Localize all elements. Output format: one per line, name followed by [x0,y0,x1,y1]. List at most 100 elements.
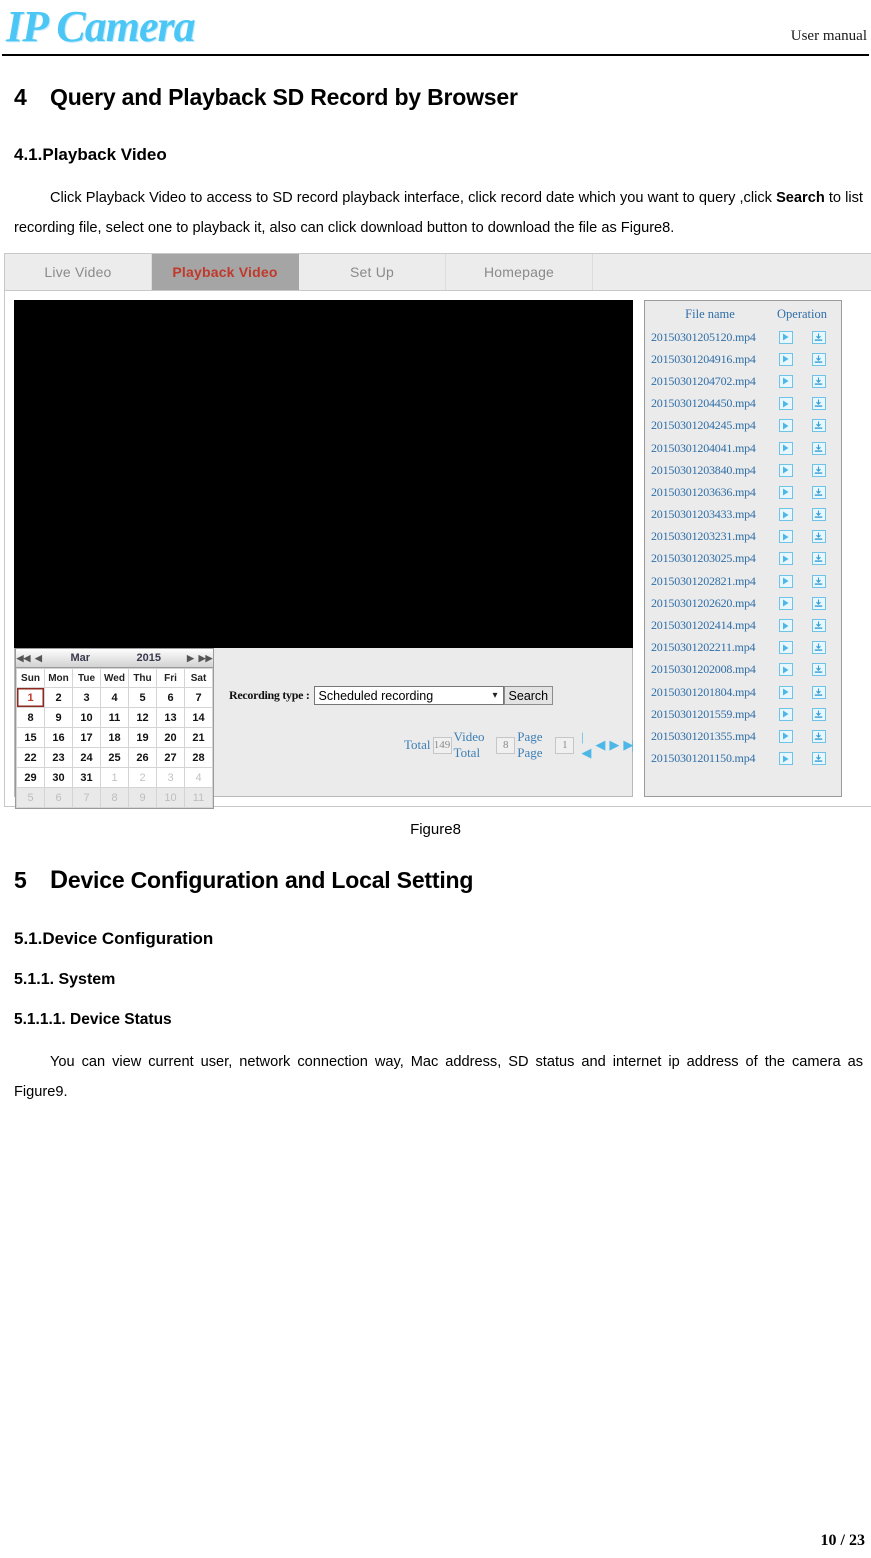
calendar-day[interactable]: 7 [184,687,213,708]
calendar-day-othermonth[interactable]: 3 [156,767,185,788]
calendar-day-othermonth[interactable]: 5 [16,787,45,808]
calendar-day[interactable]: 27 [156,747,185,768]
calendar-day[interactable]: 21 [184,727,213,748]
calendar-day[interactable]: 23 [44,747,73,768]
play-icon[interactable] [778,485,793,499]
download-icon[interactable] [811,596,826,610]
calendar-next-year-icon[interactable]: ▶▶ [198,653,213,664]
play-icon[interactable] [778,552,793,566]
calendar-day[interactable]: 9 [44,707,73,728]
play-icon[interactable] [778,330,793,344]
download-icon[interactable] [811,330,826,344]
calendar-prev-year-icon[interactable]: ◀◀ [16,653,31,664]
download-icon[interactable] [811,574,826,588]
tab-playback-video[interactable]: Playback Video [152,254,299,290]
play-icon[interactable] [778,530,793,544]
calendar-day[interactable]: 30 [44,767,73,788]
download-icon[interactable] [811,419,826,433]
download-icon[interactable] [811,663,826,677]
calendar-day[interactable]: 14 [184,707,213,728]
play-icon[interactable] [778,352,793,366]
file-operations [769,397,835,411]
calendar-day[interactable]: 12 [128,707,157,728]
download-icon[interactable] [811,619,826,633]
download-icon[interactable] [811,530,826,544]
calendar-day-othermonth[interactable]: 2 [128,767,157,788]
last-page-icon[interactable]: ▶| [623,737,634,753]
play-icon[interactable] [778,574,793,588]
play-icon[interactable] [778,596,793,610]
calendar-day-othermonth[interactable]: 4 [184,767,213,788]
play-icon[interactable] [778,397,793,411]
calendar-day-othermonth[interactable]: 6 [44,787,73,808]
play-icon[interactable] [778,641,793,655]
download-icon[interactable] [811,641,826,655]
search-button[interactable]: Search [503,686,554,705]
calendar-next-month-icon[interactable]: ▶ [183,653,198,664]
calendar-day[interactable]: 24 [72,747,101,768]
download-icon[interactable] [811,752,826,766]
calendar-day[interactable]: 26 [128,747,157,768]
recording-type-select[interactable]: Scheduled recording ▾ [313,686,504,705]
calendar-day-othermonth[interactable]: 9 [128,787,157,808]
play-icon[interactable] [778,463,793,477]
calendar-day[interactable]: 25 [100,747,129,768]
calendar-day[interactable]: 18 [100,727,129,748]
calendar-day[interactable]: 11 [100,707,129,728]
download-icon[interactable] [811,463,826,477]
play-icon[interactable] [778,663,793,677]
prev-page-icon[interactable]: ◀ [595,737,605,753]
calendar-day[interactable]: 31 [72,767,101,788]
play-icon[interactable] [778,685,793,699]
calendar-day[interactable]: 13 [156,707,185,728]
play-icon[interactable] [778,619,793,633]
download-icon[interactable] [811,374,826,388]
play-icon[interactable] [778,729,793,743]
play-icon[interactable] [778,419,793,433]
calendar-day[interactable]: 15 [16,727,45,748]
calendar-day[interactable]: 20 [156,727,185,748]
download-icon[interactable] [811,397,826,411]
page-value[interactable]: 1 [555,736,575,754]
date-picker-calendar[interactable]: ◀◀ ◀ Mar 2015 ▶ ▶▶ Sun Mon Tue Wed Thu F… [15,648,214,809]
play-icon[interactable] [778,508,793,522]
tab-set-up[interactable]: Set Up [299,254,446,290]
play-icon[interactable] [778,752,793,766]
tab-live-video[interactable]: Live Video [5,254,152,290]
download-icon[interactable] [811,352,826,366]
calendar-day[interactable]: 8 [16,707,45,728]
download-icon[interactable] [811,485,826,499]
download-icon[interactable] [811,685,826,699]
calendar-day[interactable]: 5 [128,687,157,708]
calendar-prev-month-icon[interactable]: ◀ [31,653,46,664]
video-playback-stage[interactable] [14,300,633,648]
calendar-day-othermonth[interactable]: 8 [100,787,129,808]
calendar-day[interactable]: 2 [44,687,73,708]
calendar-day[interactable]: 3 [72,687,101,708]
download-icon[interactable] [811,552,826,566]
calendar-day[interactable]: 17 [72,727,101,748]
download-icon[interactable] [811,508,826,522]
calendar-day[interactable]: 29 [16,767,45,788]
tab-homepage[interactable]: Homepage [446,254,593,290]
calendar-day[interactable]: 16 [44,727,73,748]
calendar-day-othermonth[interactable]: 1 [100,767,129,788]
first-page-icon[interactable]: |◀ [581,729,591,761]
next-page-icon[interactable]: ▶ [609,737,619,753]
calendar-day[interactable]: 6 [156,687,185,708]
calendar-day-othermonth[interactable]: 7 [72,787,101,808]
calendar-day[interactable]: 4 [100,687,129,708]
play-icon[interactable] [778,374,793,388]
calendar-day-selected[interactable]: 1 [16,687,45,708]
download-icon[interactable] [811,729,826,743]
calendar-day-othermonth[interactable]: 10 [156,787,185,808]
download-icon[interactable] [811,441,826,455]
play-icon[interactable] [778,707,793,721]
play-icon[interactable] [778,441,793,455]
download-icon[interactable] [811,707,826,721]
calendar-day[interactable]: 19 [128,727,157,748]
calendar-day[interactable]: 22 [16,747,45,768]
calendar-day[interactable]: 28 [184,747,213,768]
calendar-day[interactable]: 10 [72,707,101,728]
calendar-day-othermonth[interactable]: 11 [184,787,213,808]
